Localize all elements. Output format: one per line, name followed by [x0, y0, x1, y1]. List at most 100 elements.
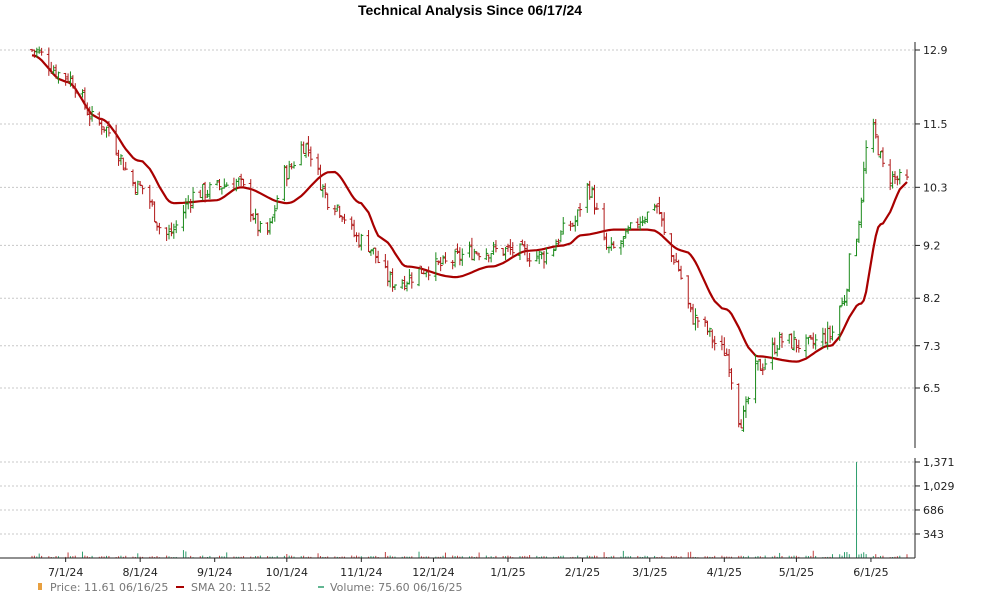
ohlc-bar: [376, 250, 381, 264]
ohlc-bar: [320, 184, 325, 198]
ohlc-bar: [484, 248, 489, 261]
ohlc-bar: [777, 331, 782, 350]
ohlc-bar: [602, 202, 607, 241]
ohlc-bar: [335, 204, 340, 212]
ohlc-bar: [719, 335, 724, 351]
ohlc-bar: [703, 316, 708, 327]
ohlc-bar: [383, 253, 388, 269]
ohlc-bar: [688, 302, 693, 313]
ohlc-bar: [527, 252, 532, 267]
ohlc-bar: [198, 189, 203, 199]
ohlc-bar: [729, 368, 734, 390]
ohlc-bar: [763, 358, 768, 370]
ohlc-bar: [544, 247, 549, 265]
price-panel: 6.5 7.3 8.2 9.2 10.3 11.5 12.9: [0, 42, 948, 448]
ohlc-bar: [224, 182, 229, 188]
ohlc-bar: [234, 178, 239, 192]
ohlc-bar: [147, 184, 152, 209]
ohlc-bar: [618, 240, 623, 255]
ohlc-bar: [407, 269, 412, 285]
ohlc-bar: [489, 253, 494, 263]
ohlc-bar: [453, 249, 458, 268]
ohlc-bar: [811, 332, 816, 349]
ohlc-bar: [873, 119, 878, 139]
ohlc-bar: [171, 223, 176, 239]
ohlc-bar: [424, 271, 429, 278]
ohlc-bar: [755, 360, 760, 371]
date-tick-label: 10/1/24: [266, 566, 308, 579]
ohlc-bar: [568, 220, 573, 231]
ohlc-bar: [304, 143, 309, 158]
ohlc-bar: [609, 237, 614, 251]
ohlc-bar: [349, 216, 354, 230]
ohlc-bar: [854, 238, 859, 257]
ohlc-bar: [645, 211, 650, 223]
ohlc-bar: [662, 212, 667, 235]
ohlc-bar: [469, 237, 474, 261]
ohlc-bar: [467, 241, 472, 258]
ohlc-bar: [611, 241, 616, 249]
date-tick-label: 3/1/25: [632, 566, 667, 579]
ohlc-bar: [443, 252, 448, 264]
ohlc-bar: [39, 47, 44, 56]
ohlc-bar: [792, 330, 797, 351]
ohlc-bar: [590, 186, 595, 199]
date-tick-label: 8/1/24: [122, 566, 157, 579]
ohlc-bar: [890, 171, 895, 189]
ohlc-bar: [167, 224, 172, 240]
price-tick-label: 8.2: [923, 292, 941, 305]
date-tick-label: 2/1/25: [565, 566, 600, 579]
ohlc-bar: [332, 205, 337, 216]
ohlc-bar: [457, 247, 462, 266]
ohlc-bar: [486, 254, 491, 263]
technical-analysis-chart: Technical Analysis Since 06/17/24 6.5 7.3…: [0, 2, 955, 594]
ohlc-bar: [123, 161, 128, 171]
ohlc-bar: [712, 335, 717, 351]
ohlc-bar: [417, 268, 422, 287]
ohlc-bar: [477, 252, 482, 261]
ohlc-bar: [880, 147, 885, 168]
price-tick-label: 11.5: [923, 118, 948, 131]
ohlc-bar: [56, 71, 61, 84]
price-bars: [30, 46, 909, 432]
ohlc-bar: [859, 197, 864, 228]
ohlc-bar: [219, 187, 224, 195]
ohlc-bar: [828, 325, 833, 343]
volume-tick-label: 1,371: [923, 456, 955, 469]
ohlc-bar: [558, 230, 563, 242]
ohlc-bar: [691, 303, 696, 325]
ohlc-bar: [301, 141, 306, 155]
ohlc-bar: [789, 333, 794, 349]
ohlc-bar: [501, 248, 506, 256]
ohlc-bar: [460, 248, 465, 266]
ohlc-bar: [575, 209, 580, 227]
date-tick-label: 4/1/25: [707, 566, 742, 579]
ohlc-bar: [746, 396, 751, 405]
ohlc-bar: [905, 169, 909, 181]
ohlc-bar: [359, 233, 364, 251]
sma-legend-text: SMA 20: 11.52: [191, 581, 271, 594]
ohlc-bar: [539, 251, 544, 260]
ohlc-bar: [640, 215, 645, 227]
ohlc-bar: [679, 265, 684, 280]
ohlc-bar: [823, 328, 828, 345]
ohlc-bar: [760, 363, 765, 376]
ohlc-bar: [255, 213, 260, 237]
ohlc-bar: [652, 203, 657, 211]
volume-tick-label: 686: [923, 504, 944, 517]
price-axis-ticks: 6.5 7.3 8.2 9.2 10.3 11.5 12.9: [915, 44, 948, 395]
ohlc-bar: [287, 160, 292, 179]
ohlc-bar: [203, 181, 208, 203]
ohlc-bar: [753, 354, 758, 404]
ohlc-bar: [806, 336, 811, 345]
ohlc-bar: [118, 154, 123, 165]
date-tick-label: 5/1/25: [779, 566, 814, 579]
ohlc-bar: [551, 248, 556, 257]
ohlc-bar: [183, 198, 188, 219]
chart-title: Technical Analysis Since 06/17/24: [358, 2, 582, 18]
ohlc-bar: [373, 247, 378, 264]
ohlc-bar: [534, 251, 539, 262]
price-tick-label: 9.2: [923, 239, 941, 252]
ohlc-bar: [385, 260, 390, 287]
price-legend-text: Price: 11.61 06/16/25: [50, 581, 168, 594]
